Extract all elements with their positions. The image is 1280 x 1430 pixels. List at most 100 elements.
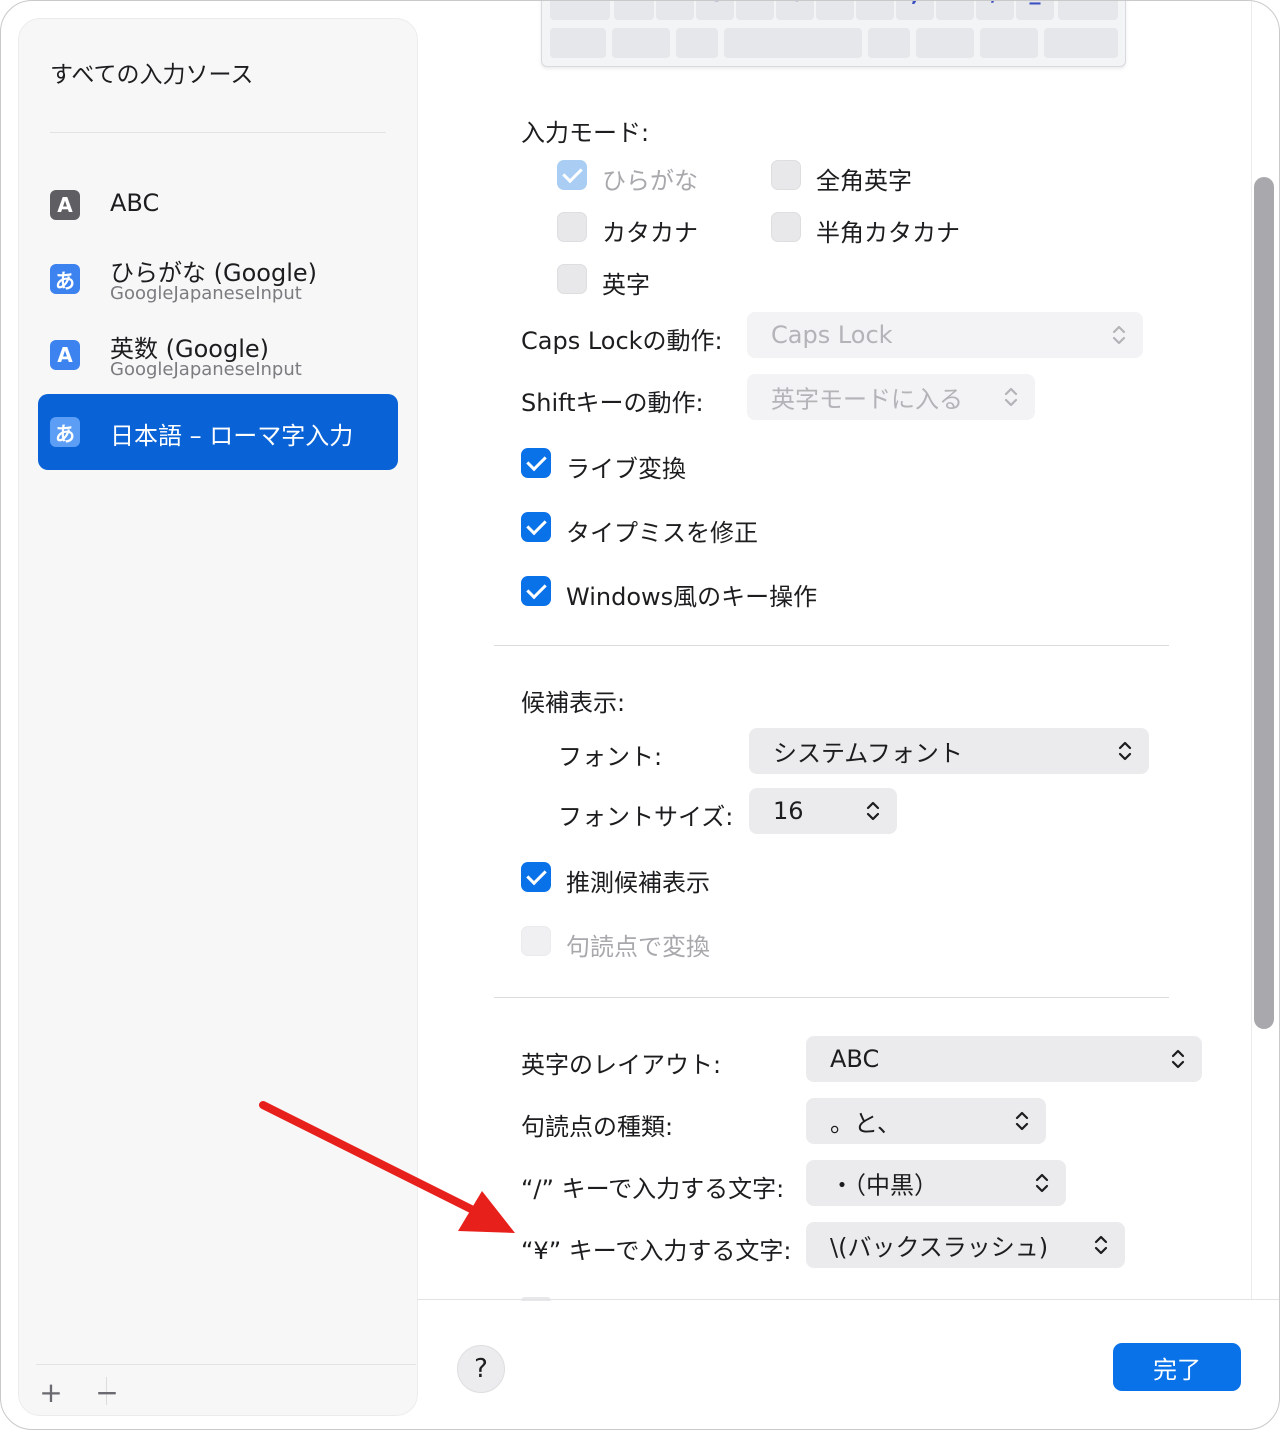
input-mode-heading: 入力モード: [521,119,650,147]
key: b [775,1,815,20]
source-item-hiragana-google[interactable]: あ ひらがな (Google) GoogleJapaneseInput [38,241,398,317]
divider [494,645,1169,646]
divider [494,997,1169,998]
scrollbar-thumb[interactable] [1254,177,1274,1029]
key [612,28,670,58]
source-item-abc[interactable]: A ABC [38,167,398,243]
source-sublabel: GoogleJapaneseInput [110,283,302,304]
zenkaku-eiji-checkbox[interactable] [771,160,801,190]
katakana-checkbox[interactable] [557,212,587,242]
remove-source-button[interactable]: − [90,1375,124,1409]
punctuation-convert-checkbox[interactable] [521,926,551,956]
chevron-updown-icon [866,801,880,821]
key-label: / [975,1,1015,7]
font-label: フォント: [558,743,663,771]
windows-keys-checkbox[interactable] [521,576,551,606]
zenkaku-eiji-label: 全角英字 [816,167,912,195]
divider [50,132,386,133]
yen-key-select[interactable]: \(バックスラッシュ) [806,1222,1125,1268]
source-item-eisu-google[interactable]: A 英数 (Google) GoogleJapaneseInput [38,317,398,393]
alpha-layout-label: 英字のレイアウト: [521,1051,722,1079]
chevron-updown-icon [1118,741,1132,761]
help-button[interactable]: ? [457,1345,505,1393]
typo-correction-label: タイプミスを修正 [566,519,758,547]
key: n [815,1,855,20]
alphanumeric-icon: A [50,340,80,370]
abc-icon: A [50,190,80,220]
hiragana-label: ひらがな [602,167,698,195]
hiragana-checkbox[interactable] [557,160,587,190]
key: _ [1015,1,1055,20]
chevron-updown-icon [1004,387,1018,407]
key: c [695,1,735,20]
hiragana-icon: あ [50,264,80,294]
select-value: ABC [830,1045,880,1073]
key [550,1,610,20]
key [676,28,718,58]
select-value: システムフォント [773,739,963,768]
live-conversion-label: ライブ変換 [566,455,686,483]
slash-key-label: “/” キーで入力する文字: [521,1175,785,1203]
source-label: ABC [110,189,160,217]
key-label: . [935,1,975,7]
key [550,28,606,58]
key-label: x [655,1,695,7]
punctuation-type-select[interactable]: 。と、 [806,1098,1046,1144]
chevron-updown-icon [1015,1111,1029,1131]
key-label: c [695,1,735,7]
predictive-candidates-checkbox[interactable] [521,862,551,892]
key: . [935,1,975,20]
input-sources-window: すべての入力ソース A ABC あ ひらがな (Google) GoogleJa… [0,0,1280,1430]
add-source-button[interactable]: + [34,1375,68,1409]
key-label: b [775,1,815,7]
candidates-heading: 候補表示: [521,689,626,717]
typo-correction-checkbox[interactable] [521,512,551,542]
key [724,28,862,58]
select-value: 16 [773,797,804,825]
select-value: 英字モードに入る [771,385,963,414]
chevron-updown-icon [1035,1173,1049,1193]
predictive-candidates-label: 推測候補表示 [566,869,710,897]
font-size-select[interactable]: 16 [749,788,897,834]
key: v [735,1,775,20]
sidebar: すべての入力ソース A ABC あ ひらがな (Google) GoogleJa… [18,18,418,1416]
key [868,28,910,58]
source-item-japanese-romaji[interactable]: あ 日本語 – ローマ字入力 [38,394,398,470]
hankaku-katakana-checkbox[interactable] [771,212,801,242]
key-label: _ [1015,1,1055,5]
key-label: v [735,1,775,7]
shift-label: Shiftキーの動作: [521,389,704,417]
source-sublabel: GoogleJapaneseInput [110,359,302,380]
punctuation-convert-label: 句読点で変換 [566,933,710,961]
windows-keys-label: Windows風のキー操作 [566,583,818,611]
alpha-layout-select[interactable]: ABC [806,1036,1202,1082]
shift-select[interactable]: 英字モードに入る [747,374,1035,420]
key: , [896,1,934,20]
live-conversion-checkbox[interactable] [521,448,551,478]
done-button[interactable]: 完了 [1113,1343,1241,1391]
key [980,28,1038,58]
scroll-track [1251,1,1252,1299]
eiji-checkbox[interactable] [557,264,587,294]
font-select[interactable]: システムフォント [749,728,1149,774]
select-value: \(バックスラッシュ) [830,1233,1049,1262]
font-size-label: フォントサイズ: [558,803,734,831]
punctuation-type-label: 句読点の種類: [521,1113,674,1141]
chevron-updown-icon [1094,1235,1108,1255]
key-label: n [815,1,855,7]
sidebar-title: すべての入力ソース [50,62,254,88]
select-value: Caps Lock [771,321,893,349]
source-label: 日本語 – ローマ字入力 [110,422,354,450]
slash-key-select[interactable]: ・（中黒） [806,1160,1066,1206]
key: z [614,1,654,20]
divider [36,1364,416,1365]
key-label: m [855,1,895,7]
divider [417,1299,1279,1300]
select-value: ・（中黒） [830,1171,938,1200]
caps-lock-select[interactable]: Caps Lock [747,312,1143,358]
keyboard-preview: z x c v b n m , . / _ [541,1,1126,67]
chevron-updown-icon [1112,325,1126,345]
katakana-label: カタカナ [602,219,698,247]
key [1058,1,1118,20]
key: / [975,1,1015,20]
